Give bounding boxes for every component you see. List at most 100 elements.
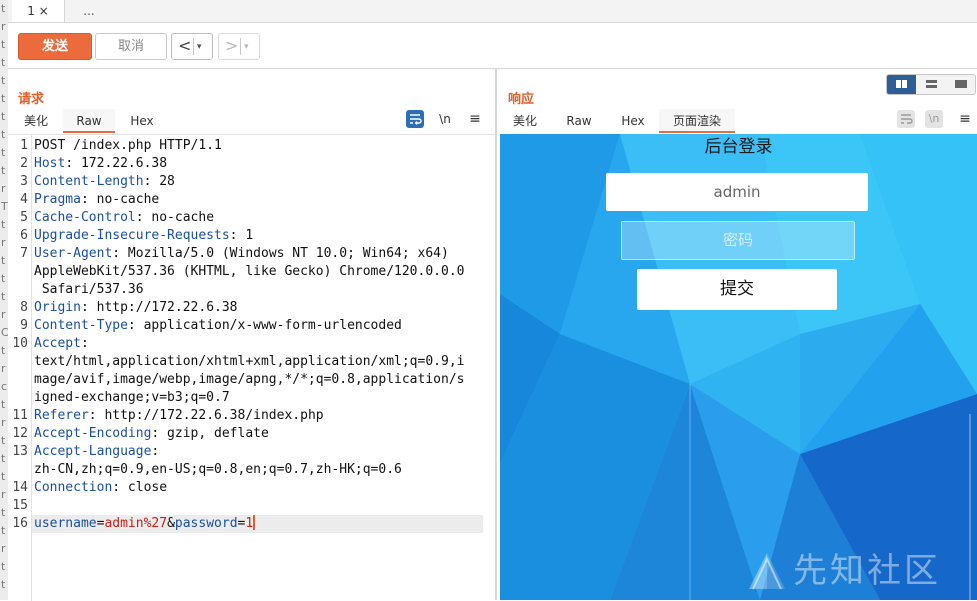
header-name: User-Agent — [34, 246, 113, 261]
request-line[interactable]: Pragma: no-cache — [34, 191, 486, 209]
param-value: 1 — [245, 516, 254, 531]
repeater-tab-bar: 1 × ... — [8, 0, 977, 23]
request-line[interactable]: Origin: http://172.22.6.38 — [34, 299, 486, 317]
header-name: Accept-Encoding — [34, 426, 152, 441]
background-glyph: r — [1, 308, 6, 321]
hamburger-menu-icon[interactable]: ≡ — [466, 110, 484, 128]
line-number: 13 — [12, 444, 28, 459]
background-glyph: t — [1, 578, 6, 591]
background-glyph: t — [1, 56, 6, 69]
background-glyph: t — [1, 38, 6, 51]
request-line[interactable]: AppleWebKit/537.36 (KHTML, like Gecko) C… — [34, 263, 486, 281]
request-line[interactable]: Content-Length: 28 — [34, 173, 486, 191]
line-number: 16 — [12, 516, 28, 531]
tab-more[interactable]: ... — [74, 0, 104, 22]
background-glyph: r — [1, 182, 6, 195]
top-bottom-layout-icon[interactable] — [917, 75, 946, 94]
tab-hex[interactable]: Hex — [120, 109, 164, 133]
line-number: 10 — [12, 336, 28, 351]
header-name: Pragma — [34, 192, 81, 207]
background-glyph: c — [1, 380, 8, 393]
request-line[interactable]: mage/avif,image/webp,image/apng,*/*;q=0.… — [34, 371, 486, 389]
line-number: 9 — [20, 318, 28, 333]
background-glyph: t — [1, 470, 6, 483]
tab-1[interactable]: 1 × — [12, 0, 65, 22]
cancel-button[interactable]: 取消 — [95, 33, 167, 60]
tab-render[interactable]: 页面渲染 — [659, 109, 735, 133]
line-number: 4 — [20, 192, 28, 207]
side-by-side-layout-icon[interactable] — [887, 75, 916, 94]
background-glyph: r — [1, 236, 6, 249]
request-line[interactable]: Accept: — [34, 335, 486, 353]
header-value: : — [151, 444, 160, 459]
history-back-button[interactable]: < ▾ — [171, 33, 213, 60]
tab-pretty[interactable]: 美化 — [12, 109, 60, 133]
request-line[interactable]: text/html,application/xhtml+xml,applicat… — [34, 353, 486, 371]
hamburger-menu-icon[interactable]: ≡ — [956, 110, 974, 128]
request-line[interactable]: zh-CN,zh;q=0.9,en-US;q=0.8,en;q=0.7,zh-H… — [34, 461, 486, 479]
line-number: 8 — [20, 300, 28, 315]
single-pane-layout-icon[interactable] — [946, 75, 975, 94]
header-value: : — [80, 336, 89, 351]
background-glyph: t — [1, 92, 6, 105]
password-input[interactable]: 密码 — [621, 221, 855, 260]
header-value: : 172.22.6.38 — [65, 156, 168, 171]
request-line[interactable]: Cache-Control: no-cache — [34, 209, 486, 227]
wrap-lines-icon[interactable] — [406, 110, 424, 128]
request-line[interactable]: Content-Type: application/x-www-form-url… — [34, 317, 486, 335]
request-line[interactable]: POST /index.php HTTP/1.1 — [34, 137, 486, 155]
header-value: AppleWebKit/537.36 (KHTML, like Gecko) C… — [34, 264, 465, 279]
background-glyph: t — [1, 164, 6, 177]
header-name: Content-Type — [34, 318, 128, 333]
tab-raw[interactable]: Raw — [63, 109, 115, 133]
chevron-down-icon[interactable]: ▾ — [244, 36, 249, 58]
header-value: : http://172.22.6.38 — [80, 300, 238, 315]
request-line[interactable]: Referer: http://172.22.6.38/index.php — [34, 407, 486, 425]
request-line[interactable]: User-Agent: Mozilla/5.0 (Windows NT 10.0… — [34, 245, 486, 263]
show-newlines-icon[interactable]: \n — [436, 110, 454, 128]
request-editor[interactable]: 1 POST /index.php HTTP/1.1 2 Host: 172.22.6… — [8, 134, 495, 601]
header-name: Connection — [34, 480, 113, 495]
tab-pretty[interactable]: 美化 — [501, 109, 549, 133]
login-page-title: 后台登录 — [704, 137, 773, 157]
request-line[interactable]: Connection: close — [34, 479, 486, 497]
tab-raw[interactable]: Raw — [557, 109, 601, 133]
header-value: : Mozilla/5.0 (Windows NT 10.0; Win64; x… — [112, 246, 449, 261]
layout-toggle[interactable] — [886, 74, 976, 95]
submit-button[interactable]: 提交 — [637, 269, 837, 310]
background-glyph: t — [1, 2, 6, 15]
chevron-right-icon: > — [225, 36, 239, 55]
background-glyph: t — [1, 74, 6, 87]
show-newlines-icon: \n — [925, 110, 943, 128]
request-line[interactable]: Upgrade-Insecure-Requests: 1 — [34, 227, 486, 245]
background-glyph: r — [1, 416, 6, 429]
tab-hex[interactable]: Hex — [611, 109, 655, 133]
background-glyph: t — [1, 398, 6, 411]
background-glyph: t — [1, 506, 6, 519]
header-value: : gzip, deflate — [151, 426, 269, 441]
request-line[interactable]: Host: 172.22.6.38 — [34, 155, 486, 173]
param-separator: & — [167, 516, 175, 531]
chevron-down-icon[interactable]: ▾ — [197, 36, 202, 58]
response-pane-title: 响应 — [508, 92, 535, 107]
watermark-logo-icon — [749, 553, 785, 590]
request-line[interactable]: Safari/537.36 — [34, 281, 486, 299]
request-toolbar: 发送 取消 < ▾ > ▾ — [8, 23, 977, 69]
header-value: POST /index.php HTTP/1.1 — [34, 138, 222, 153]
button-separator — [193, 38, 194, 55]
header-value: mage/avif,image/webp,image/apng,*/*;q=0.… — [34, 372, 465, 387]
username-input[interactable]: admin — [606, 173, 868, 211]
request-line[interactable]: igned-exchange;v=b3;q=0.7 — [34, 389, 486, 407]
background-glyph: t — [1, 524, 6, 537]
request-line[interactable]: Accept-Language: — [34, 443, 486, 461]
send-button[interactable]: 发送 — [18, 33, 92, 60]
line-number: 5 — [20, 210, 28, 225]
history-forward-button[interactable]: > ▾ — [218, 33, 260, 60]
background-glyph: t — [1, 128, 6, 141]
request-pane: 请求 美化 Raw Hex \n ≡ 1 POST /index.php HTTP… — [8, 69, 495, 601]
background-glyph: r — [1, 20, 6, 33]
request-body-line[interactable]: username=admin%27&password=1 — [34, 515, 486, 533]
request-line[interactable]: Accept-Encoding: gzip, deflate — [34, 425, 486, 443]
param-value: admin%27 — [104, 516, 168, 531]
param-name: username — [34, 516, 97, 531]
